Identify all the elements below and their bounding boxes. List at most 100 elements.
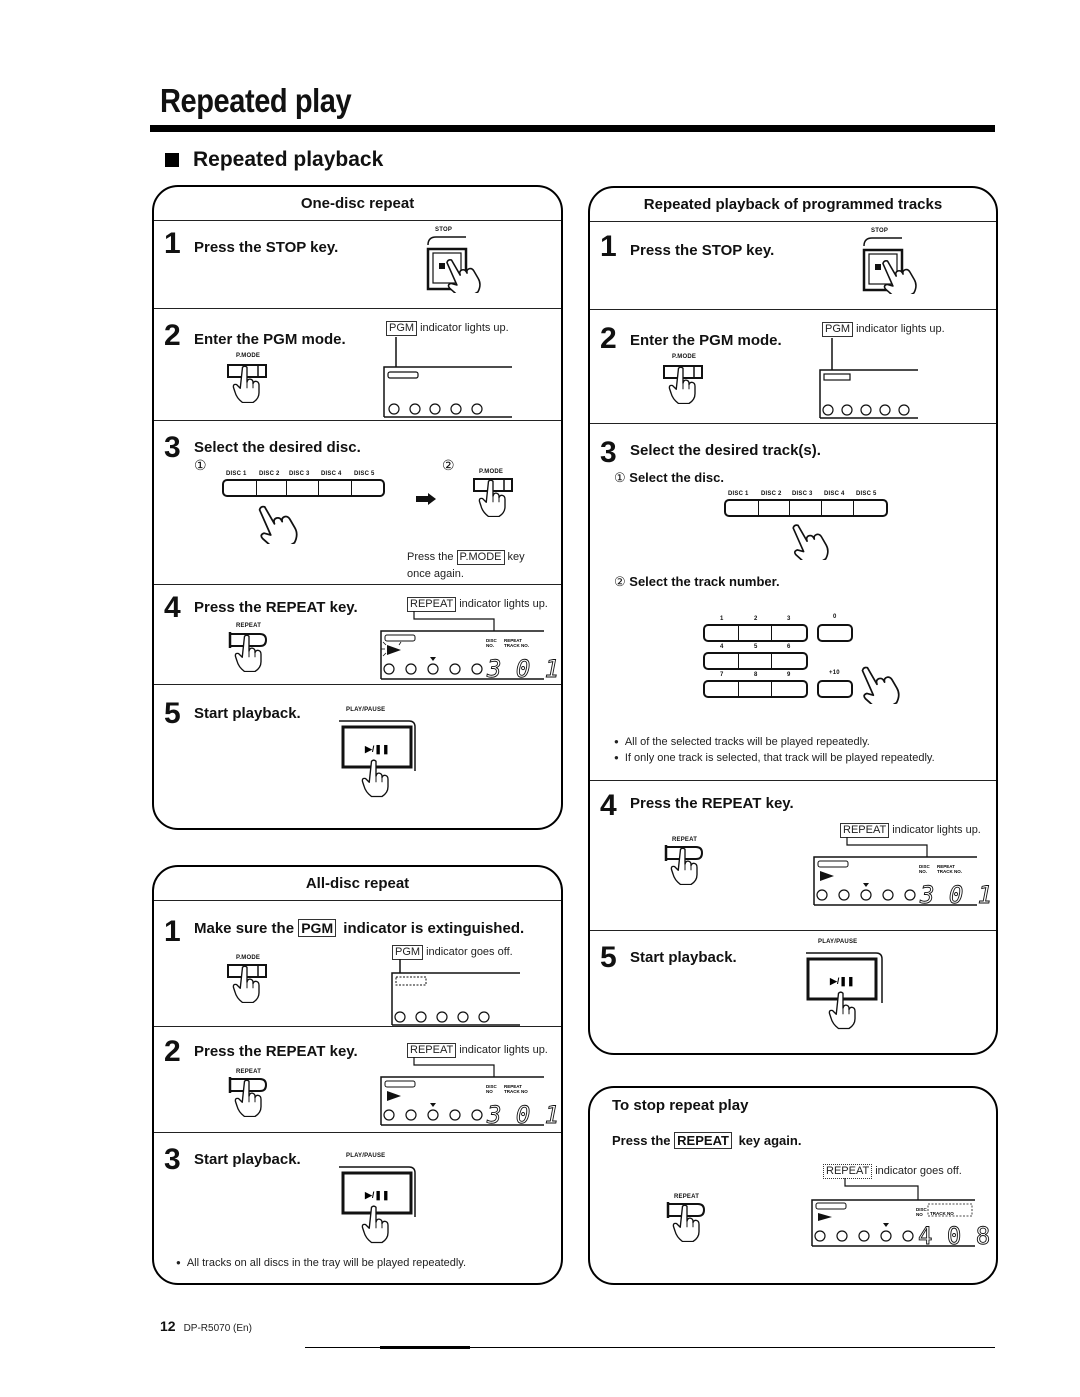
pmode-key-icon[interactable] — [226, 361, 276, 416]
disc-button-1[interactable]: DISC 1 — [726, 491, 759, 515]
play-pause-key-icon[interactable]: ▶/❚❚ — [337, 715, 437, 805]
page-number: 12 — [160, 1318, 176, 1334]
step-number: 3 — [164, 1143, 181, 1176]
panel-heading: All-disc repeat — [154, 867, 561, 901]
lcd-digits: 4 0 8 — [918, 1222, 990, 1250]
panel-heading: One-disc repeat — [154, 187, 561, 221]
stop-key-icon[interactable] — [426, 235, 506, 305]
bullet-item: All tracks on all discs in the tray will… — [176, 1255, 466, 1271]
step-number: 2 — [164, 1035, 181, 1068]
step-text: Select the desired track(s). — [630, 442, 821, 459]
disc-button-5[interactable]: DISC 5 — [854, 491, 886, 515]
disc-button-2[interactable]: DISC 2 — [257, 471, 287, 495]
step-number: 1 — [164, 227, 181, 260]
step-3-start-playback: 3 Start playback. PLAY/PAUSE ▶/❚❚ All tr… — [154, 1133, 561, 1283]
stop-repeat-heading: To stop repeat play — [612, 1097, 749, 1114]
lcd-digits: 3 0 1 — [486, 655, 559, 683]
pmode-key-label: P.MODE — [236, 353, 261, 359]
key-3[interactable]: 3 — [772, 616, 806, 640]
key-8[interactable]: 8 — [739, 672, 772, 696]
play-pause-key-label: PLAY/PAUSE — [346, 1153, 386, 1159]
step-text: Start playback. — [194, 705, 301, 722]
step-text: Press the REPEAT key. — [194, 1043, 358, 1060]
pgm-display-diagram — [819, 338, 918, 419]
svg-text:▶/❚❚: ▶/❚❚ — [364, 744, 390, 755]
step-2-pgm-mode: 2 Enter the PGM mode. P.MODE PGM indicato… — [154, 309, 561, 421]
stop-repeat-panel: To stop repeat play Press the REPEAT key… — [588, 1086, 998, 1285]
repeat-key-label: REPEAT — [236, 623, 262, 629]
pmode-key-icon[interactable] — [472, 475, 522, 530]
disc-button-1[interactable]: DISC 1 — [224, 471, 257, 495]
bullet-item: If only one track is selected, that trac… — [614, 750, 935, 766]
panel-heading: Repeated playback of programmed tracks — [590, 188, 996, 222]
step-4-repeat: 4 Press the REPEAT key. REPEAT REPEAT ind… — [590, 781, 996, 931]
programmed-notes: All of the selected tracks will be playe… — [614, 734, 935, 766]
play-pause-key-icon[interactable]: ▶/❚❚ — [804, 947, 904, 1037]
step-text: Enter the PGM mode. — [194, 331, 346, 348]
step-number: 1 — [600, 230, 617, 263]
numeric-keypad: 1 2 3 0 4 5 6 7 8 9 +10 — [703, 614, 903, 714]
step-1-stop: 1 Press the STOP key. STOP — [590, 222, 996, 310]
svg-text:NO.: NO. — [486, 643, 494, 648]
step-number: 4 — [164, 591, 181, 624]
disc-button-5[interactable]: DISC 5 — [352, 471, 383, 495]
repeat-indicator-note: REPEAT indicator lights up. — [407, 1043, 548, 1058]
pgm-indicator-label: PGM — [386, 321, 418, 336]
step-number: 2 — [600, 322, 617, 355]
repeat-key-icon[interactable] — [664, 843, 714, 898]
step-number: 5 — [600, 941, 617, 974]
step-text: Enter the PGM mode. — [630, 332, 782, 349]
substep-1-marker: ① — [194, 457, 207, 473]
hand-pointer-icon — [857, 660, 901, 704]
arrow-right-icon — [416, 493, 436, 505]
step-3-select-tracks: 3 Select the desired track(s). ① Select … — [590, 424, 996, 781]
disc-button-4[interactable]: DISC 4 — [822, 491, 854, 515]
svg-text:TRACK NO.: TRACK NO. — [504, 643, 529, 648]
page-title: Repeated play — [160, 82, 352, 119]
key-5[interactable]: 5 — [739, 644, 772, 668]
repeat-key-icon[interactable] — [228, 1075, 278, 1130]
step-number: 3 — [600, 436, 617, 469]
svg-text:NO: NO — [916, 1212, 923, 1217]
keypad-row-2: 4 5 6 — [703, 644, 808, 670]
disc-button-3[interactable]: DISC 3 — [287, 471, 319, 495]
step-5-start-playback: 5 Start playback. PLAY/PAUSE ▶/❚❚ — [590, 931, 996, 1053]
key-7[interactable]: 7 — [705, 672, 739, 696]
svg-text:▶/❚❚: ▶/❚❚ — [364, 1190, 390, 1201]
step-number: 3 — [164, 431, 181, 464]
repeat-indicator-off-note: REPEAT indicator goes off. — [823, 1164, 962, 1179]
svg-text:NO: NO — [486, 1089, 493, 1094]
pgm-display-diagram — [383, 337, 512, 418]
key-6[interactable]: 6 — [772, 644, 806, 668]
key-1[interactable]: 1 — [705, 616, 739, 640]
pmode-key-icon[interactable] — [662, 362, 712, 417]
keypad-row-3: 7 8 9 — [703, 672, 808, 698]
step-1-stop: 1 Press the STOP key. STOP — [154, 221, 561, 309]
lcd-digits: 3 0 1 — [486, 1101, 559, 1129]
repeat-key-icon[interactable] — [666, 1200, 716, 1255]
stop-key-icon[interactable] — [862, 236, 942, 306]
section-heading-text: Repeated playback — [193, 148, 384, 171]
key-9[interactable]: 9 — [772, 672, 806, 696]
disc-button-3[interactable]: DISC 3 — [790, 491, 822, 515]
step-number: 1 — [164, 915, 181, 948]
key-4[interactable]: 4 — [705, 644, 739, 668]
play-pause-key-icon[interactable]: ▶/❚❚ — [337, 1161, 437, 1251]
page-footer: 12 DP-R5070 (En) — [160, 1318, 252, 1334]
substep-select-disc: ① Select the disc. — [614, 470, 724, 485]
repeat-indicator-note: REPEAT indicator lights up. — [407, 597, 548, 612]
step-text: Select the desired disc. — [194, 439, 361, 456]
disc-button-4[interactable]: DISC 4 — [319, 471, 352, 495]
key-2[interactable]: 2 — [739, 616, 772, 640]
pmode-key-label: P.MODE — [672, 354, 697, 360]
key-0[interactable]: 0 — [817, 614, 853, 642]
pgm-indicator-note: PGM indicator lights up. — [386, 321, 509, 336]
step-number: 4 — [600, 789, 617, 822]
svg-text:TRACK NO: TRACK NO — [504, 1089, 528, 1094]
pmode-key-icon[interactable] — [226, 961, 276, 1016]
hand-pointer-icon — [254, 499, 299, 544]
key-plus10[interactable]: +10 — [817, 670, 853, 698]
bottom-rule-accent — [380, 1346, 470, 1349]
disc-button-2[interactable]: DISC 2 — [759, 491, 790, 515]
repeat-key-icon[interactable] — [228, 630, 278, 685]
